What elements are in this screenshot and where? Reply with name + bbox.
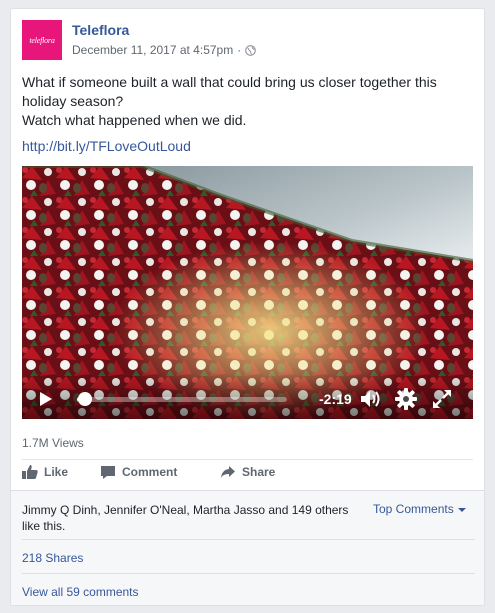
gear-icon[interactable] xyxy=(395,388,417,410)
divider xyxy=(22,539,475,540)
top-comments-dropdown[interactable]: Top Comments xyxy=(373,502,466,516)
likes-summary-line: like this. xyxy=(22,519,66,533)
fullscreen-icon[interactable] xyxy=(432,389,452,409)
meta-separator: · xyxy=(237,43,242,57)
thumbs-up-icon xyxy=(22,465,38,479)
action-bar: Like Comment Share xyxy=(22,464,473,488)
like-button[interactable]: Like xyxy=(22,464,68,480)
comment-label: Comment xyxy=(122,465,178,479)
like-label: Like xyxy=(44,465,69,479)
post-timestamp[interactable]: December 11, 2017 at 4:57pm xyxy=(72,43,233,57)
progress-scrubber[interactable] xyxy=(78,392,93,406)
video-player[interactable]: -2:19 xyxy=(22,166,473,419)
play-icon[interactable] xyxy=(40,392,52,406)
view-all-comments-link[interactable]: View all 59 comments xyxy=(22,585,139,599)
share-icon xyxy=(221,466,235,478)
share-button[interactable]: Share xyxy=(220,464,275,480)
share-label: Share xyxy=(242,465,276,479)
post-text-line: holiday season? xyxy=(22,93,124,109)
post-meta: December 11, 2017 at 4:57pm · xyxy=(72,43,257,57)
progress-bar[interactable] xyxy=(77,392,287,406)
time-remaining: -2:19 xyxy=(319,391,352,407)
chevron-down-icon xyxy=(457,508,466,512)
video-controls: -2:19 xyxy=(22,373,473,419)
post-text-line: What if someone built a wall that could … xyxy=(22,74,437,90)
post-footer: Jimmy Q Dinh, Jennifer O'Neal, Martha Ja… xyxy=(11,490,484,605)
avatar[interactable]: teleflora xyxy=(22,20,62,60)
volume-icon[interactable] xyxy=(361,390,383,408)
globe-icon[interactable] xyxy=(245,44,257,56)
post-header: teleflora Teleflora December 11, 2017 at… xyxy=(22,20,472,60)
likes-summary[interactable]: Jimmy Q Dinh, Jennifer O'Neal, Martha Ja… xyxy=(22,502,367,534)
divider xyxy=(22,459,473,460)
shares-link[interactable]: 218 Shares xyxy=(22,551,83,565)
avatar-logo-text: teleflora xyxy=(29,35,55,45)
post-message: What if someone built a wall that could … xyxy=(22,73,472,130)
post-card: teleflora Teleflora December 11, 2017 at… xyxy=(10,8,485,606)
comment-icon xyxy=(101,466,115,479)
post-text-line: Watch what happened when we did. xyxy=(22,112,247,128)
likes-summary-line: Jimmy Q Dinh, Jennifer O'Neal, Martha Ja… xyxy=(22,503,349,517)
divider xyxy=(22,573,475,574)
view-count: 1.7M Views xyxy=(22,436,84,450)
post-link[interactable]: http://bit.ly/TFLoveOutLoud xyxy=(22,138,191,154)
comment-button[interactable]: Comment xyxy=(100,464,177,480)
page-name-link[interactable]: Teleflora xyxy=(72,22,129,38)
top-comments-label: Top Comments xyxy=(373,502,454,516)
